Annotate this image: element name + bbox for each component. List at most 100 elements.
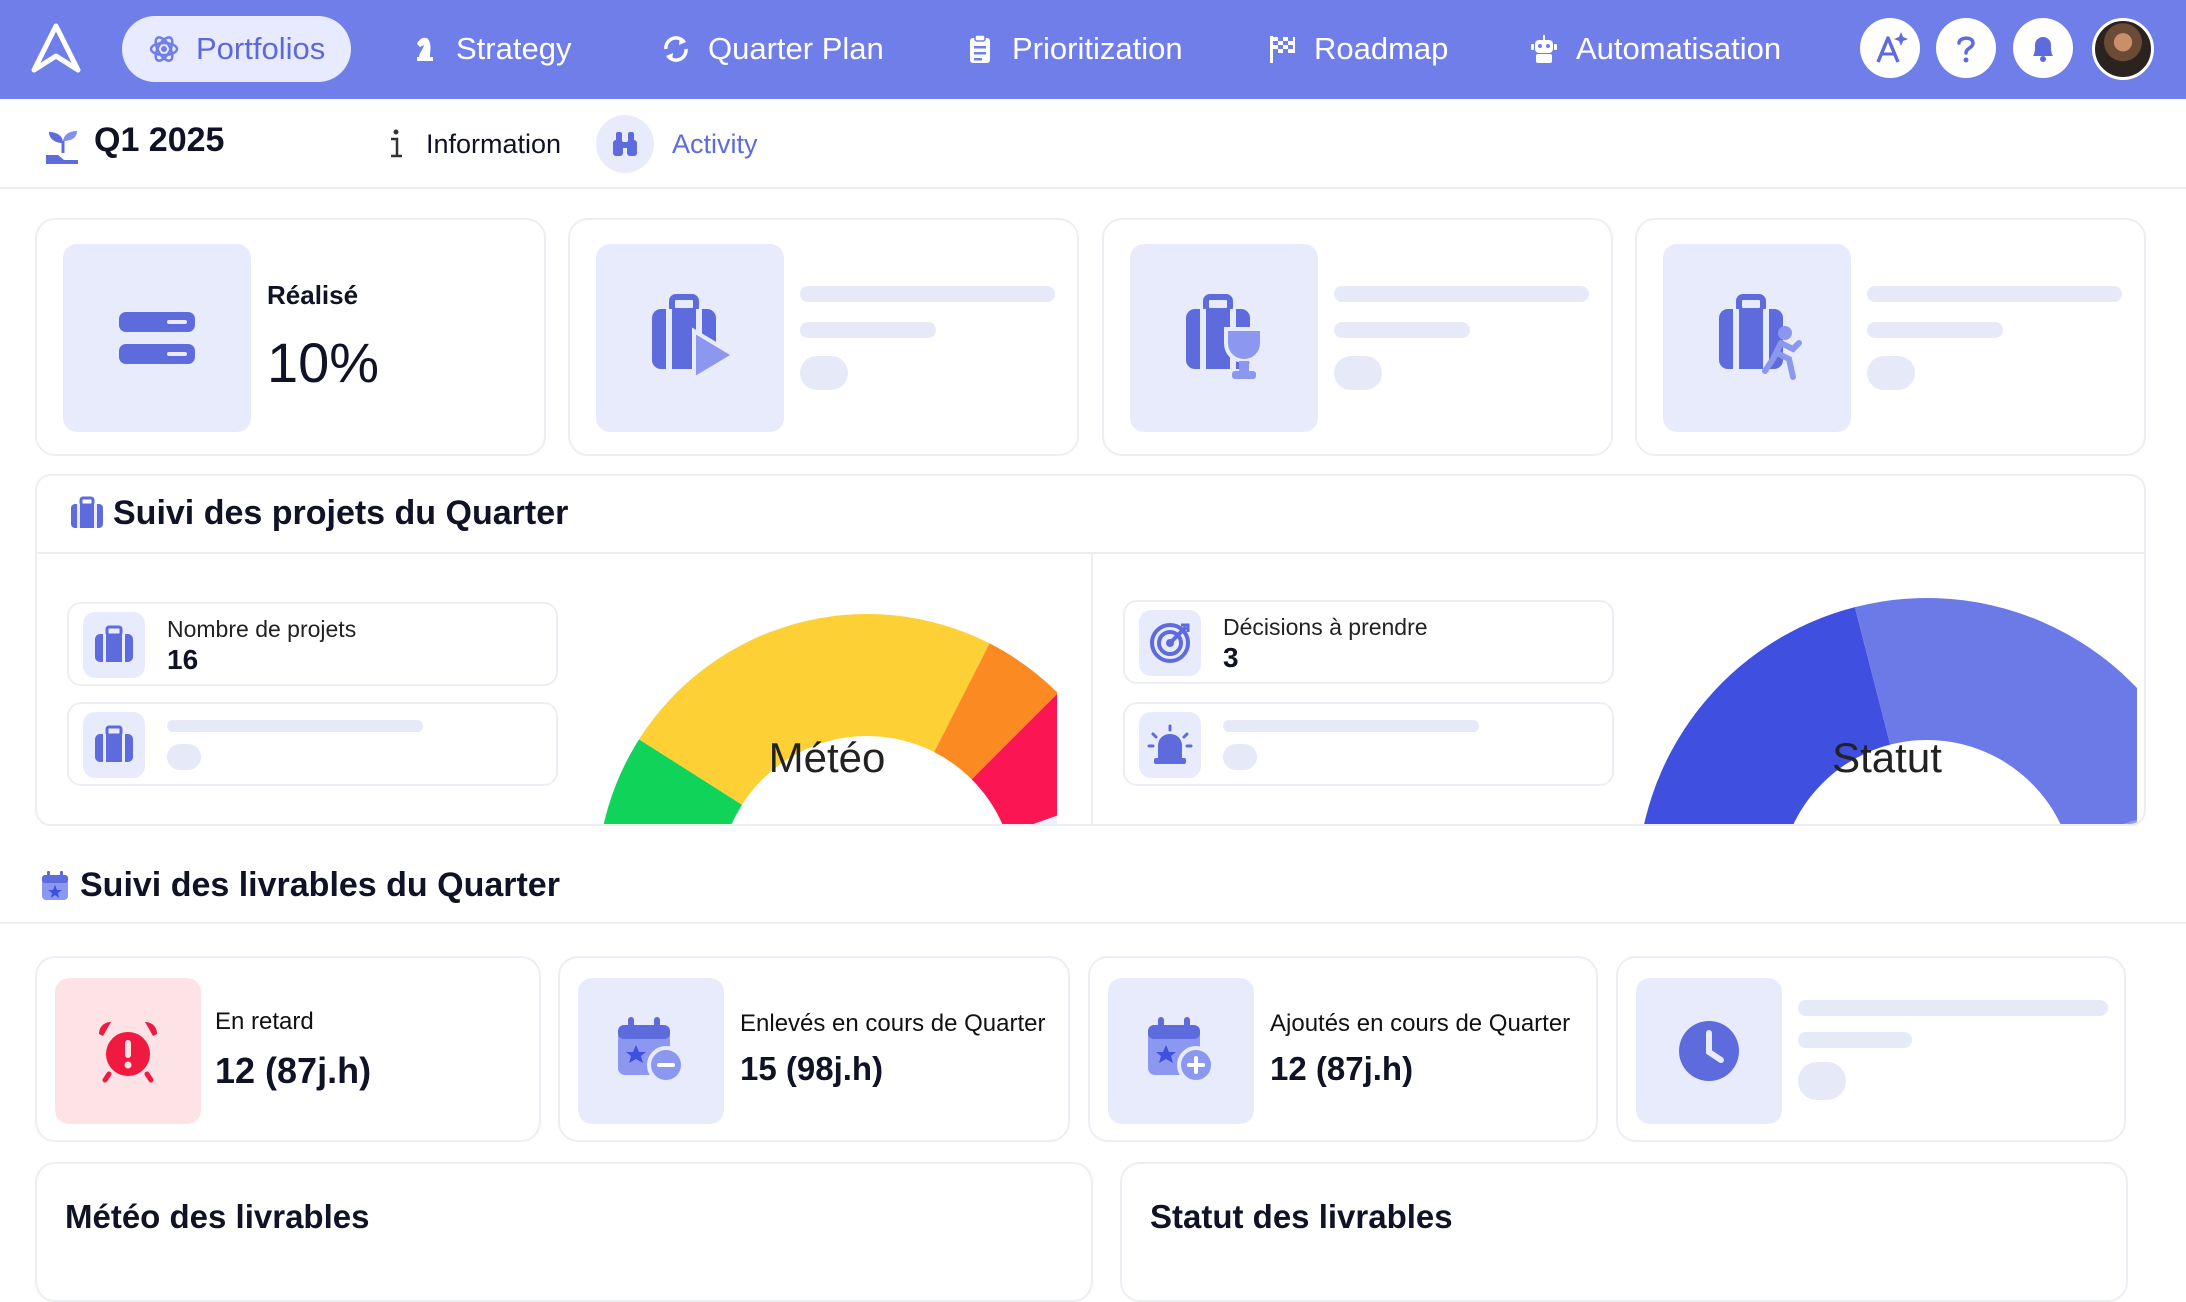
- tab-information[interactable]: Information: [384, 115, 561, 173]
- briefcase-running-icon: [1663, 244, 1851, 432]
- panel-title: Statut des livrables: [1150, 1198, 1453, 1235]
- loading-placeholder: [1334, 322, 1470, 338]
- project-count-card: Nombre de projets 16: [67, 602, 558, 686]
- loading-placeholder: [1798, 1062, 1846, 1100]
- page-title: Q1 2025: [94, 121, 225, 159]
- loading-placeholder: [1867, 356, 1915, 390]
- calendar-minus-icon: [578, 978, 724, 1124]
- loading-placeholder: [800, 356, 848, 390]
- ai-assistant-button[interactable]: [1860, 18, 1920, 78]
- tab-label: Information: [426, 128, 562, 159]
- alarm-clock-icon: [55, 978, 201, 1124]
- deliverables-late-card: En retard 12 (87j.h): [35, 956, 541, 1142]
- chess-knight-icon: [417, 37, 433, 61]
- decisions-loading-card: [1123, 702, 1614, 786]
- page-header: Q1 2025 Information Activity: [0, 99, 2186, 189]
- deliverables-weather-panel: Météo des livrables: [35, 1162, 1093, 1302]
- loading-placeholder: [1798, 1000, 2108, 1016]
- nav-automatisation[interactable]: Automatisation: [1502, 16, 1807, 82]
- project-count-value: 16: [167, 644, 199, 675]
- loading-placeholder: [800, 286, 1055, 302]
- decisions-card: Décisions à prendre 3: [1123, 600, 1614, 684]
- deliverable-label: Enlevés en cours de Quarter: [740, 1010, 1046, 1037]
- deliverables-loading-card: [1616, 956, 2126, 1142]
- deliverables-status-panel: Statut des livrables: [1120, 1162, 2128, 1302]
- divider: [1091, 554, 1093, 824]
- briefcase-icon: [71, 496, 103, 528]
- decisions-value: 3: [1223, 642, 1239, 673]
- loading-placeholder: [167, 720, 423, 732]
- calendar-star-icon: [42, 871, 68, 900]
- status-gauge-chart: [1644, 598, 2137, 824]
- nav-strategy[interactable]: Strategy: [382, 16, 597, 82]
- avatar[interactable]: [2092, 18, 2154, 80]
- robot-icon: [1531, 35, 1557, 63]
- section-title: Suivi des projets du Quarter: [113, 494, 569, 532]
- loading-placeholder: [1867, 322, 2003, 338]
- nav-label: Quarter Plan: [708, 31, 884, 66]
- info-icon: [391, 129, 402, 158]
- brand-a-logo-icon[interactable]: [30, 22, 82, 74]
- clock-icon: [1636, 978, 1782, 1124]
- nav-label: Strategy: [456, 31, 572, 66]
- checkered-flag-icon: [1270, 36, 1295, 63]
- nav-label: Roadmap: [1314, 31, 1449, 66]
- briefcase-icon: [83, 612, 145, 678]
- deliverables-added-card: Ajoutés en cours de Quarter 12 (87j.h): [1088, 956, 1598, 1142]
- nav-portfolios[interactable]: Portfolios: [122, 16, 352, 82]
- panel-title: Météo des livrables: [65, 1198, 370, 1235]
- loading-placeholder: [1334, 286, 1589, 302]
- nav-quarter-plan[interactable]: Quarter Plan: [634, 16, 910, 82]
- ai-sparkle-icon: [1876, 32, 1908, 63]
- gauge-segment-0: [1644, 607, 1891, 824]
- loading-placeholder: [1334, 356, 1382, 390]
- deliverable-label: Ajoutés en cours de Quarter: [1270, 1010, 1571, 1037]
- loading-placeholder: [167, 744, 201, 770]
- bell-icon: [2033, 37, 2053, 62]
- calendar-plus-icon: [1108, 978, 1254, 1124]
- sprout-icon: [46, 131, 78, 164]
- nav-roadmap[interactable]: Roadmap: [1240, 16, 1474, 82]
- progress-bars-icon: [63, 244, 251, 432]
- siren-icon: [1139, 712, 1201, 778]
- refresh-cycle-icon: [664, 36, 688, 62]
- tab-activity[interactable]: Activity: [596, 115, 758, 173]
- loading-placeholder: [1867, 286, 2122, 302]
- briefcase-icon: [83, 712, 145, 778]
- notifications-button[interactable]: [2013, 18, 2073, 78]
- section-title: Suivi des livrables du Quarter: [80, 866, 560, 904]
- decisions-label: Décisions à prendre: [1223, 614, 1428, 640]
- molecule-icon: [149, 36, 179, 62]
- nav-label: Automatisation: [1576, 31, 1782, 66]
- weather-gauge-label: Météo: [768, 734, 886, 781]
- briefcase-play-icon: [596, 244, 784, 432]
- binoculars-icon: [596, 115, 654, 173]
- loading-placeholder: [1223, 744, 1257, 770]
- divider: [0, 922, 2186, 924]
- project-loading-card: [67, 702, 558, 786]
- gauge-segment-1: [1854, 598, 2137, 824]
- target-icon: [1139, 610, 1201, 676]
- deliverable-value: 15 (98j.h): [740, 1050, 884, 1087]
- loading-placeholder: [800, 322, 936, 338]
- kpi-card-realise: Réalisé 10%: [35, 218, 546, 456]
- nav-label: Prioritization: [1012, 31, 1183, 66]
- tab-label: Activity: [672, 128, 758, 159]
- loading-placeholder: [1798, 1032, 1912, 1048]
- kpi-label: Réalisé: [267, 280, 359, 310]
- kpi-card-loading: [1635, 218, 2146, 456]
- nav-prioritization[interactable]: Prioritization: [938, 16, 1209, 82]
- clipboard-list-icon: [970, 34, 990, 63]
- deliverables-removed-card: Enlevés en cours de Quarter 15 (98j.h): [558, 956, 1070, 1142]
- deliverable-value: 12 (87j.h): [1270, 1050, 1414, 1087]
- status-gauge-label: Statut: [1832, 734, 1942, 781]
- kpi-value: 10%: [267, 331, 380, 394]
- kpi-card-loading: [568, 218, 1079, 456]
- help-button[interactable]: [1936, 18, 1996, 78]
- help-icon: [1957, 36, 1975, 63]
- top-navigation-bar: Portfolios Strategy Quarter Plan Priorit…: [0, 0, 2186, 99]
- loading-placeholder: [1223, 720, 1479, 732]
- weather-gauge-chart: [603, 614, 1057, 824]
- kpi-card-loading: [1102, 218, 1613, 456]
- project-count-label: Nombre de projets: [167, 616, 357, 642]
